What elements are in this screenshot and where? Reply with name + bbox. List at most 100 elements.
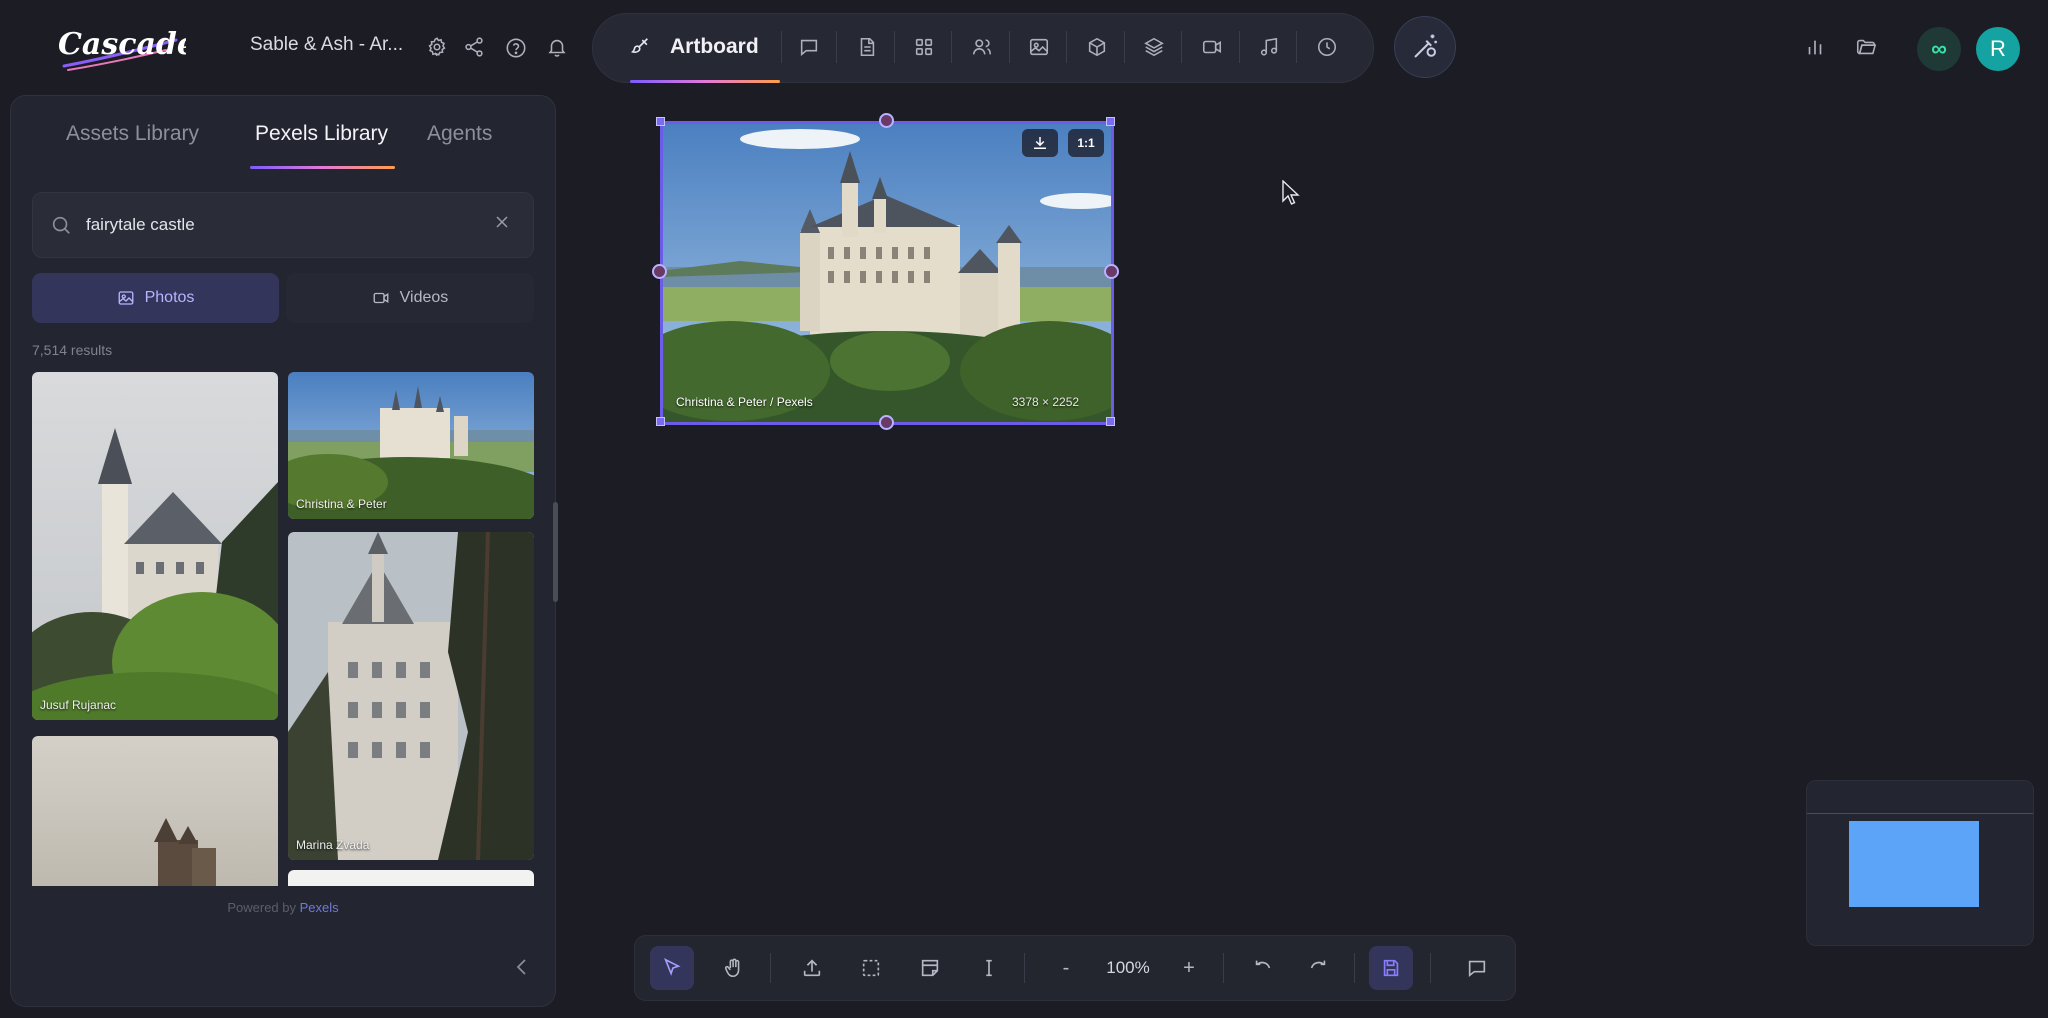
collapse-panel-chevron-left-icon[interactable] xyxy=(510,955,534,979)
zoom-level[interactable]: 100% xyxy=(1100,958,1156,978)
settings-gear-icon[interactable] xyxy=(423,33,451,61)
ai-assistant-button[interactable] xyxy=(1394,16,1456,78)
tab-assets-library[interactable]: Assets Library xyxy=(66,122,199,146)
save-button[interactable] xyxy=(1369,946,1413,990)
resize-handle-right[interactable] xyxy=(1104,264,1119,279)
search-input[interactable] xyxy=(86,212,476,238)
comment-button[interactable] xyxy=(1455,946,1499,990)
text-tool-button[interactable] xyxy=(967,946,1011,990)
sticky-note-button[interactable] xyxy=(908,946,952,990)
logo-text: Cascade xyxy=(58,27,186,62)
toolbar-divider xyxy=(770,953,771,983)
zoom-in-button[interactable]: + xyxy=(1167,946,1211,990)
help-icon[interactable] xyxy=(502,34,530,62)
document-title[interactable]: Sable & Ash - Ar... xyxy=(250,34,403,56)
photos-label: Photos xyxy=(144,289,195,306)
video-icon xyxy=(373,292,389,304)
cube-icon[interactable] xyxy=(1083,33,1111,61)
image-dimensions: 3378 × 2252 xyxy=(1012,395,1080,409)
photo-thumbnail[interactable]: Jusuf Rujanac xyxy=(32,372,278,720)
hand-tool-button[interactable] xyxy=(712,946,756,990)
mouse-cursor-icon xyxy=(1282,180,1300,206)
image-credit: Christina & Peter / Pexels xyxy=(676,395,813,409)
photo-credit: Marina Zvada xyxy=(296,838,370,852)
video-icon[interactable] xyxy=(1198,33,1226,61)
tab-agents[interactable]: Agents xyxy=(427,122,492,146)
zoom-out-button[interactable]: - xyxy=(1044,946,1088,990)
text-cursor-icon xyxy=(986,959,992,977)
photo-credit: Jusuf Rujanac xyxy=(40,698,117,712)
photo-thumbnail[interactable]: Christina & Peter xyxy=(288,372,534,519)
selection-outline xyxy=(660,121,1114,425)
notification-bell-icon[interactable] xyxy=(543,33,571,61)
users-icon[interactable] xyxy=(968,33,996,61)
photo-thumbnail[interactable] xyxy=(32,736,278,886)
videos-filter-button[interactable]: Videos xyxy=(286,273,534,323)
clock-icon[interactable] xyxy=(1313,33,1341,61)
photos-filter-button[interactable]: Photos xyxy=(32,273,279,323)
upload-button[interactable] xyxy=(790,946,834,990)
paintbrush-icon[interactable] xyxy=(626,33,654,61)
grid-icon[interactable] xyxy=(910,33,938,61)
zoom-in-label: + xyxy=(1183,956,1195,979)
videos-label: Videos xyxy=(399,289,449,306)
resize-handle-bottom[interactable] xyxy=(879,415,894,430)
sticky-note-icon xyxy=(921,959,939,977)
panel-scrollbar[interactable] xyxy=(553,502,558,602)
active-tab-indicator xyxy=(250,166,395,169)
folder-icon[interactable] xyxy=(1852,33,1880,61)
tab-pexels-library[interactable]: Pexels Library xyxy=(255,122,388,146)
toolbar-divider xyxy=(1066,31,1067,63)
chat-bubble-icon xyxy=(1468,960,1486,978)
toolbar-divider xyxy=(1239,31,1240,63)
toolbar-divider xyxy=(1024,953,1025,983)
comment-icon[interactable] xyxy=(795,33,823,61)
analytics-chart-icon[interactable] xyxy=(1801,33,1829,61)
toolbar-divider xyxy=(836,31,837,63)
toolbar-divider xyxy=(1296,31,1297,63)
marquee-icon xyxy=(862,959,880,977)
aspect-ratio-button[interactable]: 1:1 xyxy=(1068,129,1104,157)
music-icon[interactable] xyxy=(1255,33,1283,61)
toolbar-divider xyxy=(1223,953,1224,983)
download-button[interactable] xyxy=(1022,129,1058,157)
toolbar-divider xyxy=(1124,31,1125,63)
save-disk-icon xyxy=(1383,959,1399,977)
user-avatar[interactable]: R xyxy=(1976,27,2020,71)
resize-handle-top-right[interactable] xyxy=(1106,117,1115,126)
undo-icon xyxy=(1255,960,1271,969)
document-icon[interactable] xyxy=(853,33,881,61)
undo-button[interactable] xyxy=(1241,946,1285,990)
infinity-credits-button[interactable]: ∞ xyxy=(1917,27,1961,71)
photo-thumbnail[interactable]: Marina Zvada xyxy=(288,532,534,860)
resize-handle-left[interactable] xyxy=(652,264,667,279)
share-icon[interactable] xyxy=(460,33,488,61)
resize-handle-bottom-left[interactable] xyxy=(656,417,665,426)
magic-wand-icon xyxy=(1414,34,1437,58)
powered-by-pexels[interactable]: Powered by Pexels xyxy=(32,900,534,915)
resize-handle-top-left[interactable] xyxy=(656,117,665,126)
toolbar-divider xyxy=(781,31,782,63)
image-icon[interactable] xyxy=(1025,33,1053,61)
marquee-select-button[interactable] xyxy=(849,946,893,990)
resize-handle-bottom-right[interactable] xyxy=(1106,417,1115,426)
photo-icon xyxy=(118,291,134,305)
toolbar-divider xyxy=(1009,31,1010,63)
layers-icon[interactable] xyxy=(1140,33,1168,61)
pexels-link[interactable]: Pexels xyxy=(300,900,339,915)
pointer-icon xyxy=(664,958,681,976)
minimap-viewport[interactable] xyxy=(1849,821,1979,907)
redo-button[interactable] xyxy=(1296,946,1340,990)
minimap-divider xyxy=(1807,813,2033,814)
active-mode-glow xyxy=(630,80,780,83)
artboard-mode-label[interactable]: Artboard xyxy=(670,35,759,59)
resize-handle-top[interactable] xyxy=(879,113,894,128)
cascade-logo[interactable]: Cascade xyxy=(56,16,186,80)
download-icon xyxy=(1034,137,1046,149)
minimap[interactable] xyxy=(1806,780,2034,946)
select-tool-button[interactable] xyxy=(650,946,694,990)
clear-search-icon[interactable] xyxy=(492,212,512,232)
photo-grid: Jusuf Rujanac Christina & Peter Marina Z… xyxy=(32,372,536,886)
photo-thumbnail[interactable] xyxy=(288,870,534,886)
powered-by-text: Powered by xyxy=(227,900,296,915)
